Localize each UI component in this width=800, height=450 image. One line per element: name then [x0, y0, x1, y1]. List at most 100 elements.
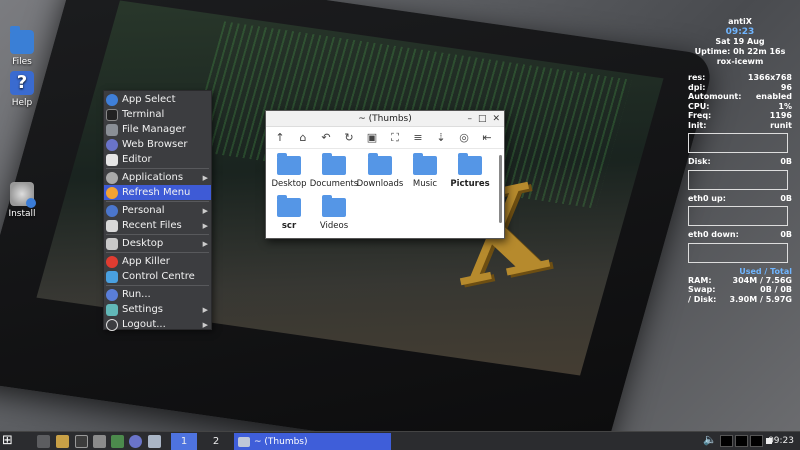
stat-value: 0B / 0B: [760, 285, 792, 294]
settings-icon: [106, 303, 118, 316]
menu-item-web-browser[interactable]: Web Browser: [104, 137, 211, 152]
stat-value: 0B: [780, 230, 792, 239]
menu-item-applications[interactable]: Applications ▶: [104, 170, 211, 185]
folder-label: Desktop: [271, 179, 307, 189]
window-toolbar: ↑ ⌂ ↶ ↻ ▣ ⛶ ≡ ⇣ ◎ ⇤: [266, 127, 504, 149]
cpu-monitor-icon: [720, 435, 733, 447]
show-hidden-icon[interactable]: ◎: [458, 131, 470, 144]
menu-item-label: File Manager: [122, 124, 186, 135]
stop-icon[interactable]: ▣: [366, 131, 378, 144]
control-centre-icon: [106, 270, 118, 283]
volume-icon[interactable]: 🔈: [703, 433, 717, 448]
taskbar-clock[interactable]: 09:23: [768, 434, 794, 449]
menu-separator: [106, 251, 209, 253]
window-scrollbar[interactable]: [499, 155, 502, 223]
menu-separator: [106, 167, 209, 169]
collapse-icon[interactable]: ⇤: [481, 131, 493, 144]
submenu-arrow-icon: ▶: [202, 239, 208, 248]
menu-item-run[interactable]: Run...: [104, 287, 211, 302]
stat-key: eth0 up:: [688, 193, 726, 203]
web-browser-icon[interactable]: [129, 435, 142, 448]
menu-item-personal[interactable]: Personal ▶: [104, 203, 211, 218]
fullscreen-icon[interactable]: ⛶: [389, 131, 401, 145]
folder-documents[interactable]: Documents: [309, 153, 359, 189]
folder-music[interactable]: Music: [400, 153, 450, 189]
refresh-icon[interactable]: ↻: [343, 131, 355, 144]
start-menu-button[interactable]: ⊞: [2, 433, 17, 448]
monitor-time: 09:23: [725, 27, 755, 37]
stat-row: CPU: 1%: [688, 102, 792, 112]
menu-item-file-manager[interactable]: File Manager: [104, 122, 211, 137]
folder-icon: [458, 153, 482, 175]
menu-item-editor[interactable]: Editor: [104, 152, 211, 167]
menu-item-label: Recent Files: [122, 220, 182, 231]
disk-row: Disk: 0B: [688, 157, 792, 167]
folder-label: scr: [281, 221, 297, 231]
folder-pictures[interactable]: Pictures: [445, 153, 495, 189]
stat-value: 304M / 7.56G: [732, 275, 792, 285]
menu-item-label: Run...: [122, 289, 151, 300]
folder-downloads[interactable]: Downloads: [355, 153, 405, 189]
menu-item-desktop[interactable]: Desktop ▶: [104, 236, 211, 251]
minimize-button[interactable]: –: [467, 111, 472, 127]
start-menu: App Select Terminal File Manager Web Bro…: [103, 90, 212, 332]
folder-scr[interactable]: scr: [264, 195, 314, 231]
maximize-button[interactable]: □: [478, 111, 487, 127]
stat-value: 0B: [780, 193, 792, 203]
folder-videos[interactable]: Videos: [309, 195, 359, 231]
monitor-uptime: Uptime: 0h 22m 16s: [694, 47, 786, 56]
window-titlebar[interactable]: ~ (Thumbs) – □ ✕: [266, 111, 504, 127]
menu-item-settings[interactable]: Settings ▶: [104, 302, 211, 317]
submenu-arrow-icon: ▶: [202, 173, 208, 182]
workspace-1[interactable]: 1: [171, 433, 197, 450]
network-monitor-icon: [750, 435, 763, 447]
menu-item-app-killer[interactable]: App Killer: [104, 254, 211, 269]
eth-up-row: eth0 up: 0B: [688, 194, 792, 204]
menu-item-label: Settings: [122, 304, 164, 315]
stat-value: 0B: [780, 157, 792, 166]
downloads-icon[interactable]: [56, 435, 69, 448]
desktop-icon-install[interactable]: Install: [0, 182, 44, 219]
menu-item-label: App Select: [122, 94, 176, 105]
file-manager-icon[interactable]: [93, 435, 106, 448]
personal-icon: [106, 204, 118, 217]
view-list-icon[interactable]: ≡: [412, 131, 424, 144]
menu-item-label: Applications: [122, 172, 184, 183]
desktop-icon-help[interactable]: ? Help: [0, 71, 44, 108]
terminal-icon[interactable]: [75, 435, 88, 448]
file-manager-window: ~ (Thumbs) – □ ✕ ↑ ⌂ ↶ ↻ ▣ ⛶ ≡ ⇣ ◎ ⇤ Des…: [265, 110, 505, 239]
recent-files-icon: [106, 219, 118, 232]
sort-icon[interactable]: ⇣: [435, 131, 447, 144]
folder-icon: [368, 153, 392, 175]
up-icon[interactable]: ↑: [274, 131, 286, 144]
folder-label: Pictures: [450, 179, 490, 189]
menu-item-terminal[interactable]: Terminal: [104, 107, 211, 122]
stat-key: eth0 down:: [688, 230, 739, 239]
show-desktop-icon[interactable]: [37, 435, 50, 448]
folder-icon: [413, 153, 437, 175]
task-thumbs-window[interactable]: ~ (Thumbs): [234, 433, 391, 450]
workspace-2[interactable]: 2: [203, 433, 229, 450]
menu-item-app-select[interactable]: App Select: [104, 92, 211, 107]
menu-item-refresh-menu[interactable]: Refresh Menu: [104, 185, 211, 200]
memory-header: Used / Total: [739, 266, 792, 276]
menu-item-control-centre[interactable]: Control Centre: [104, 269, 211, 284]
control-centre-icon[interactable]: [148, 435, 161, 448]
help-icon: ?: [10, 71, 34, 95]
close-button[interactable]: ✕: [492, 111, 500, 127]
desktop-icon-label: Install: [8, 209, 36, 219]
app-killer-icon: [106, 255, 118, 268]
folder-icon: [10, 26, 34, 54]
menu-item-logout[interactable]: Logout... ▶: [104, 317, 211, 332]
home-icon[interactable]: ⌂: [297, 131, 309, 144]
menu-separator: [106, 233, 209, 235]
desktop-icon-files[interactable]: Files: [0, 26, 44, 67]
folder-icon: [277, 153, 301, 175]
editor-icon[interactable]: [111, 435, 124, 448]
monitor-wm: rox-icewm: [716, 57, 764, 66]
folder-view: Desktop Documents Downloads Music Pictur…: [266, 150, 498, 238]
stat-value: 1366x768: [747, 73, 792, 82]
menu-item-recent-files[interactable]: Recent Files ▶: [104, 218, 211, 233]
folder-desktop[interactable]: Desktop: [264, 153, 314, 189]
back-icon[interactable]: ↶: [320, 131, 332, 144]
